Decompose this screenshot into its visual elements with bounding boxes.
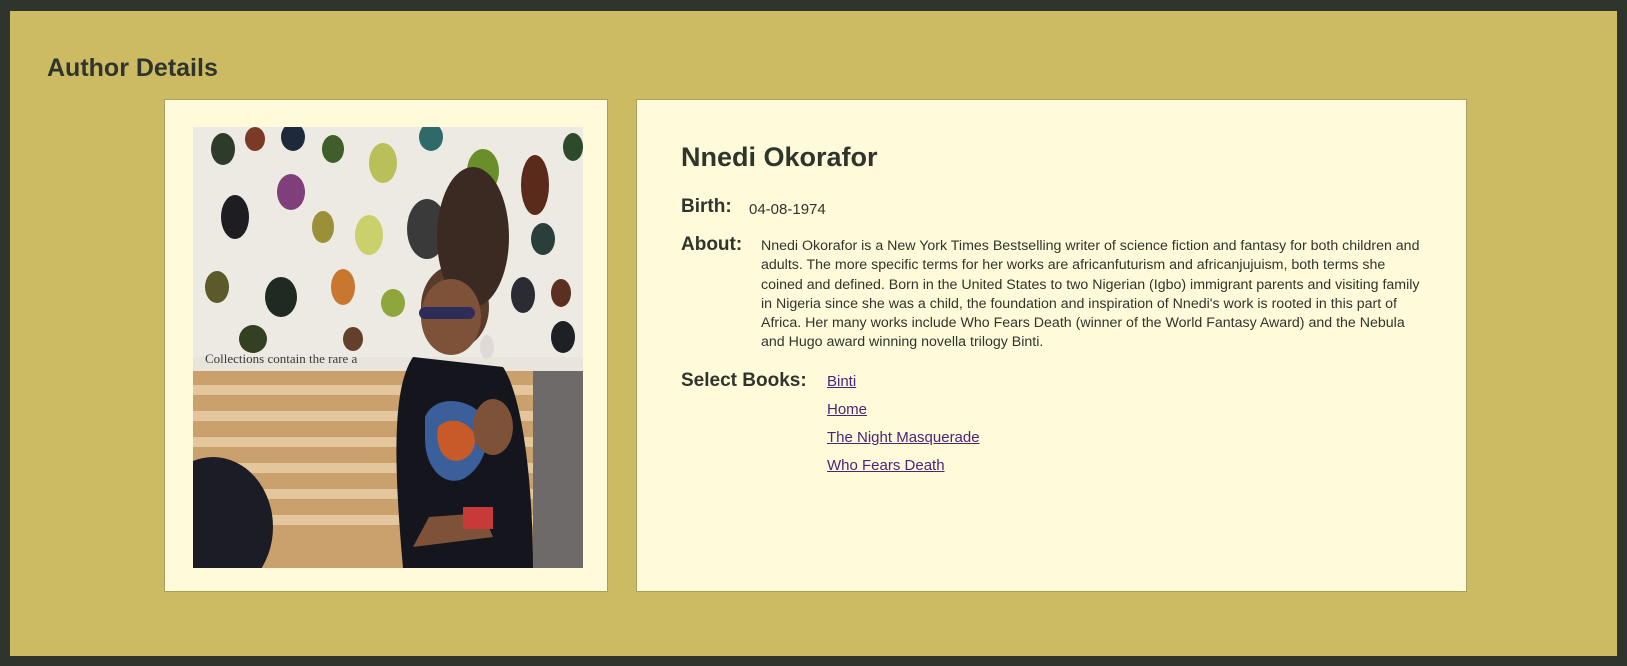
birth-value: 04-08-1974 [749, 201, 826, 218]
about-label: About: [681, 234, 743, 255]
svg-text:Collections contain the rare a: Collections contain the rare a [205, 351, 358, 366]
book-item: Home [827, 400, 980, 428]
birth-label: Birth: [681, 196, 732, 217]
book-link-the-night-masquerade[interactable]: The Night Masquerade [827, 429, 980, 446]
select-books-label: Select Books: [681, 370, 807, 391]
book-item: The Night Masquerade [827, 428, 980, 456]
author-name: Nnedi Okorafor [681, 142, 878, 172]
author-photo-card: Collections contain the rare a [164, 99, 608, 592]
books-list: Binti Home The Night Masquerade Who Fear… [827, 372, 980, 484]
page-title: Author Details [47, 54, 218, 82]
book-item: Binti [827, 372, 980, 400]
author-details-card: Nnedi Okorafor Birth: 04-08-1974 About: … [636, 99, 1467, 592]
book-item: Who Fears Death [827, 456, 980, 484]
book-link-home[interactable]: Home [827, 401, 867, 418]
about-text: Nnedi Okorafor is a New York Times Bests… [761, 238, 1420, 351]
book-link-binti[interactable]: Binti [827, 373, 856, 390]
author-photo: Collections contain the rare a [193, 127, 583, 568]
page-background: Author Details Collections contain the r… [10, 11, 1617, 656]
book-link-who-fears-death[interactable]: Who Fears Death [827, 457, 945, 474]
